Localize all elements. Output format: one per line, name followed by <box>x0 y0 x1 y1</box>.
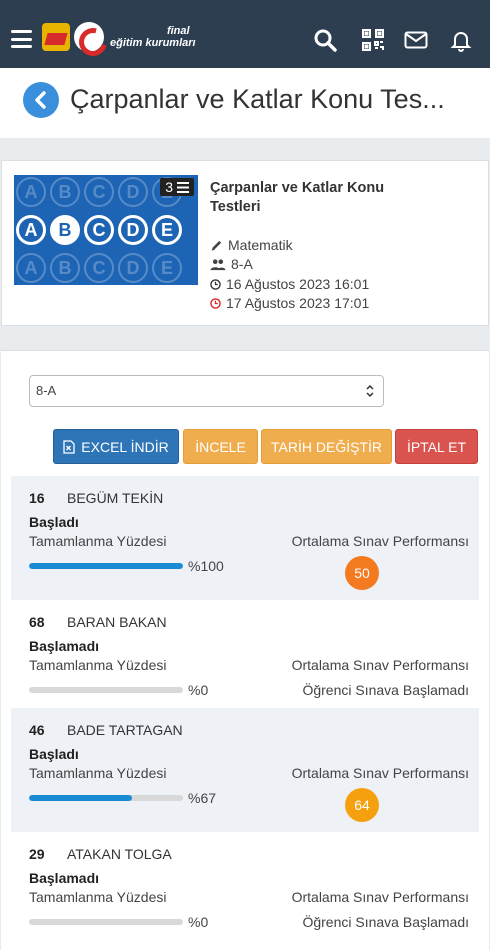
end-date-row: 17 Ağustos 2023 17:01 <box>210 295 369 311</box>
completion-progress-bar <box>29 919 183 925</box>
student-status: Başlamadı <box>29 638 100 654</box>
student-name: BEGÜM TEKİN <box>67 490 164 506</box>
top-navbar: final eğitim kurumları <box>0 0 490 68</box>
clock-icon <box>210 278 221 290</box>
list-icon <box>177 181 189 193</box>
cancel-button[interactable]: İPTAL ET <box>395 429 478 464</box>
performance-label: Ortalama Sınav Performansı <box>291 657 469 673</box>
back-button[interactable] <box>23 82 59 118</box>
completion-progress-bar <box>29 563 183 569</box>
qr-code-icon[interactable] <box>361 28 385 52</box>
student-row[interactable]: 68 BARAN BAKAN Başlamadı Tamamlanma Yüzd… <box>11 600 479 708</box>
student-number: 46 <box>29 722 45 738</box>
completion-percent: %0 <box>188 914 209 930</box>
student-status: Başladı <box>29 746 79 762</box>
student-name: BADE TARTAGAN <box>67 722 183 738</box>
excel-download-button[interactable]: EXCEL İNDİR <box>53 429 179 464</box>
student-number: 16 <box>29 490 45 506</box>
final-logo-mark <box>42 23 70 51</box>
users-icon <box>210 258 226 271</box>
completion-progress-bar <box>29 687 183 693</box>
clock-red-icon <box>210 297 221 309</box>
final-logo-emblem <box>74 22 104 52</box>
student-row[interactable]: 46 BADE TARTAGAN Başladı Tamamlanma Yüzd… <box>11 708 479 832</box>
class-select[interactable]: 8-A <box>29 375 384 407</box>
completion-percent: %100 <box>188 558 224 574</box>
mail-icon[interactable] <box>404 28 428 52</box>
student-name: BARAN BAKAN <box>67 614 167 630</box>
score-badge: 50 <box>345 556 379 590</box>
pencil-icon <box>210 239 223 252</box>
performance-label: Ortalama Sınav Performansı <box>291 533 469 549</box>
subject-row: Matematik <box>210 237 293 253</box>
chevron-left-icon <box>35 91 46 109</box>
page-header: Çarpanlar ve Katlar Konu Tes... <box>0 68 490 138</box>
completion-label: Tamamlanma Yüzdesi <box>29 533 167 549</box>
logo-text-line1: final <box>166 25 190 37</box>
chevron-updown-icon <box>366 384 374 398</box>
answer-options-graphic: A B C D E <box>14 215 182 245</box>
student-name: ATAKAN TOLGA <box>67 846 172 862</box>
start-date-row: 16 Ağustos 2023 16:01 <box>210 276 369 292</box>
change-date-button[interactable]: TARİH DEĞİŞTİR <box>261 429 392 464</box>
completion-label: Tamamlanma Yüzdesi <box>29 889 167 905</box>
hamburger-menu-icon[interactable] <box>11 30 32 48</box>
question-count-badge: 3 <box>160 178 194 196</box>
not-started-text: Öğrenci Sınava Başlamadı <box>302 682 469 698</box>
completion-percent: %67 <box>188 790 217 806</box>
performance-label: Ortalama Sınav Performansı <box>291 889 469 905</box>
brand-logo[interactable]: final eğitim kurumları <box>42 22 196 52</box>
score-badge: 64 <box>345 788 379 822</box>
completion-progress-bar <box>29 795 183 801</box>
student-row[interactable]: 16 BEGÜM TEKİN Başladı Tamamlanma Yüzdes… <box>11 476 479 600</box>
page-title: Çarpanlar ve Katlar Konu Tes... <box>70 84 445 114</box>
performance-label: Ortalama Sınav Performansı <box>291 765 469 781</box>
assignment-title: Çarpanlar ve Katlar Konu Testleri <box>210 180 385 215</box>
not-started-text: Öğrenci Sınava Başlamadı <box>302 914 469 930</box>
assignment-thumbnail[interactable]: A B C D E A B C D E A B C D E 3 <box>14 175 198 285</box>
logo-text-line2: eğitim kurumları <box>110 37 196 49</box>
search-icon[interactable] <box>313 28 337 52</box>
completion-percent: %0 <box>188 682 209 698</box>
review-button[interactable]: İNCELE <box>183 429 258 464</box>
bell-icon[interactable] <box>449 28 473 52</box>
student-number: 68 <box>29 614 45 630</box>
completion-label: Tamamlanma Yüzdesi <box>29 765 167 781</box>
student-row[interactable]: 29 ATAKAN TOLGA Başlamadı Tamamlanma Yüz… <box>11 832 479 940</box>
class-row: 8-A <box>210 256 253 272</box>
completion-label: Tamamlanma Yüzdesi <box>29 657 167 673</box>
assignment-card: A B C D E A B C D E A B C D E 3 Çarpanla… <box>1 160 489 326</box>
student-status: Başladı <box>29 514 79 530</box>
student-status: Başlamadı <box>29 870 100 886</box>
file-excel-icon <box>63 439 75 454</box>
students-panel: 8-A EXCEL İNDİR İNCELE TARİH DEĞİŞTİR İP… <box>1 350 489 950</box>
student-number: 29 <box>29 846 45 862</box>
